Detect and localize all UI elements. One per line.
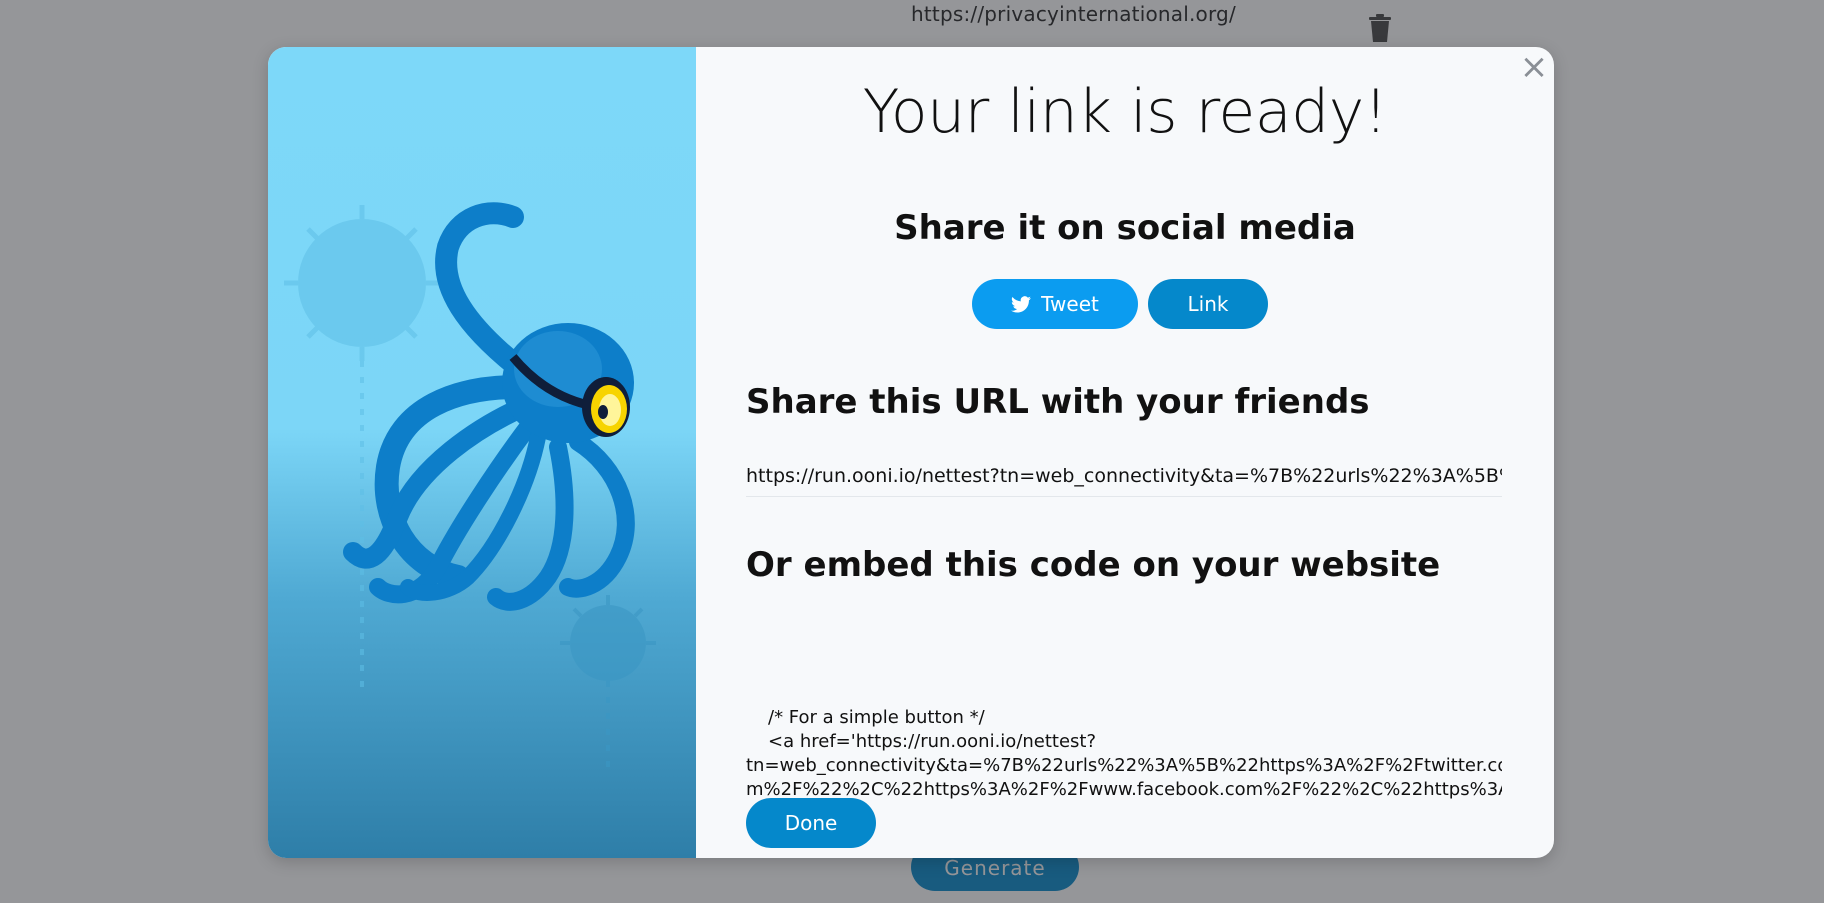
tweet-label: Tweet: [1041, 292, 1099, 316]
embed-heading: Or embed this code on your website: [746, 545, 1441, 585]
link-label: Link: [1187, 292, 1229, 316]
done-label: Done: [784, 811, 838, 835]
modal-title: Your link is ready!: [862, 77, 1388, 147]
embed-code-textarea[interactable]: /* For a simple button */ <a href='https…: [746, 615, 1502, 799]
link-button[interactable]: Link: [1148, 279, 1268, 329]
octopus-illustration: [284, 202, 656, 777]
share-modal: × Your link is ready! Share it on social…: [268, 47, 1554, 858]
social-heading: Share it on social media: [894, 208, 1356, 248]
code-line: m%2F%22%2C%22https%3A%2F%2Fwww.facebook.…: [746, 779, 1502, 799]
twitter-bird-icon: [1011, 295, 1032, 312]
code-line: <a href='https://run.ooni.io/nettest?: [768, 731, 1097, 752]
done-button[interactable]: Done: [746, 798, 876, 848]
share-url-heading: Share this URL with your friends: [746, 382, 1370, 422]
share-content: × Your link is ready! Share it on social…: [696, 47, 1554, 858]
illustration-panel: [268, 47, 696, 858]
share-url-field[interactable]: [746, 456, 1502, 497]
code-line: /* For a simple button */: [768, 707, 985, 728]
tweet-button[interactable]: Tweet: [972, 279, 1138, 329]
code-line: tn=web_connectivity&ta=%7B%22urls%22%3A%…: [746, 755, 1502, 776]
